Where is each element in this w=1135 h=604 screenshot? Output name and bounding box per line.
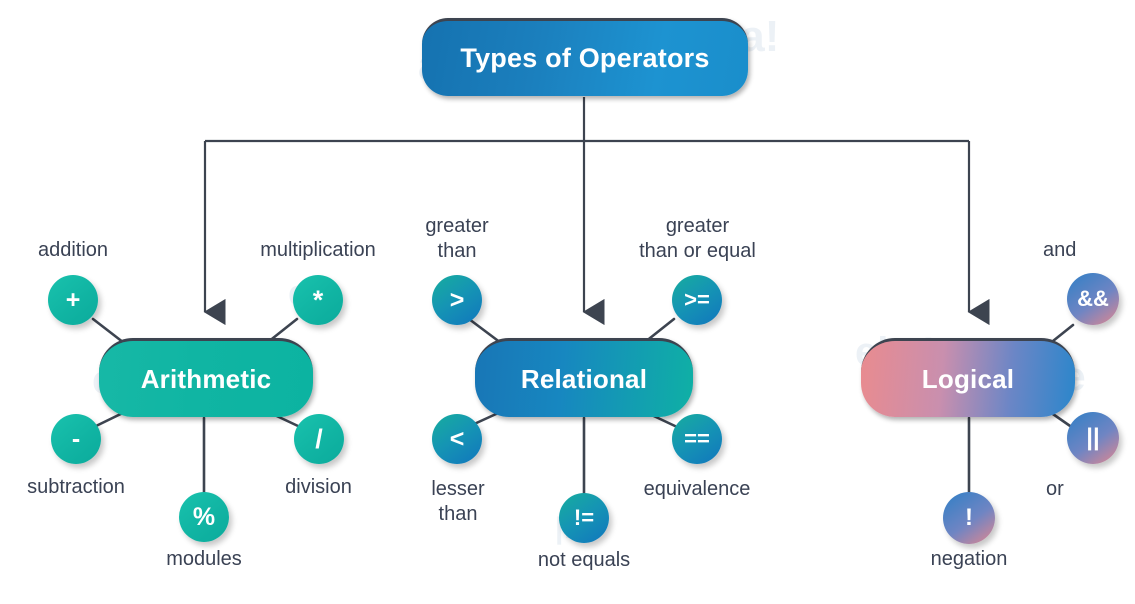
operator-label-equivalence: equivalence — [643, 478, 751, 500]
operator-symbol: < — [449, 424, 465, 453]
operator-label-subtraction: subtraction — [27, 476, 125, 498]
operator-symbol: / — [315, 423, 323, 454]
operator-symbol: >= — [684, 287, 710, 312]
operator-symbol: || — [1086, 424, 1100, 451]
operator-symbol: ! — [965, 504, 973, 531]
root-node[interactable]: Types of Operators — [422, 18, 748, 96]
operator-label-greater-than: greater than — [425, 215, 489, 262]
operator-label-greater-than-or-equal: greater than or equal — [639, 215, 756, 262]
operator-symbol: > — [449, 285, 465, 314]
branch-node-relational[interactable]: Relational — [475, 338, 693, 417]
operator-label-or: or — [1046, 478, 1064, 500]
operator-bubble-greater-than[interactable]: > — [432, 275, 482, 325]
branch-node-label: Arithmetic — [140, 363, 272, 394]
operator-label-negation: negation — [930, 548, 1008, 570]
operator-bubble-addition[interactable]: + — [48, 275, 98, 325]
operator-bubble-subtraction[interactable]: - — [51, 414, 101, 464]
operator-bubble-division[interactable]: / — [294, 414, 344, 464]
diagram-canvas: edureka! a! eka! ture eka! lu ec |! — [0, 0, 1135, 604]
operator-label-addition: addition — [37, 239, 109, 261]
root-node-label: Types of Operators — [460, 43, 710, 73]
operator-label-not-equals: not equals — [537, 549, 631, 571]
operator-label-lesser-than: lesser than — [431, 478, 485, 525]
branch-node-label: Logical — [921, 363, 1015, 394]
branch-node-logical[interactable]: Logical — [861, 338, 1075, 417]
operator-bubble-greater-than-or-equal[interactable]: >= — [672, 275, 722, 325]
operator-bubble-modules[interactable]: % — [179, 492, 229, 542]
operator-symbol: == — [684, 426, 710, 451]
operator-bubble-or[interactable]: || — [1067, 412, 1119, 464]
operator-bubble-not-equals[interactable]: != — [559, 493, 609, 543]
operator-bubble-negation[interactable]: ! — [943, 492, 995, 544]
operator-bubble-lesser-than[interactable]: < — [432, 414, 482, 464]
operator-label-multiplication: multiplication — [260, 239, 376, 261]
operator-symbol: * — [312, 284, 324, 315]
operator-bubble-and[interactable]: && — [1067, 273, 1119, 325]
operator-symbol: + — [65, 285, 81, 314]
operator-symbol: && — [1077, 286, 1109, 311]
operator-label-modules: modules — [166, 548, 242, 570]
operator-bubble-multiplication[interactable]: * — [293, 275, 343, 325]
operator-symbol: != — [573, 505, 595, 530]
operator-symbol: - — [71, 424, 81, 453]
operator-label-division: division — [285, 476, 352, 498]
operator-bubble-equivalence[interactable]: == — [672, 414, 722, 464]
branch-node-label: Relational — [520, 363, 648, 394]
operator-label-and: and — [1043, 239, 1077, 261]
operator-symbol: % — [192, 502, 216, 531]
branch-node-arithmetic[interactable]: Arithmetic — [99, 338, 313, 417]
